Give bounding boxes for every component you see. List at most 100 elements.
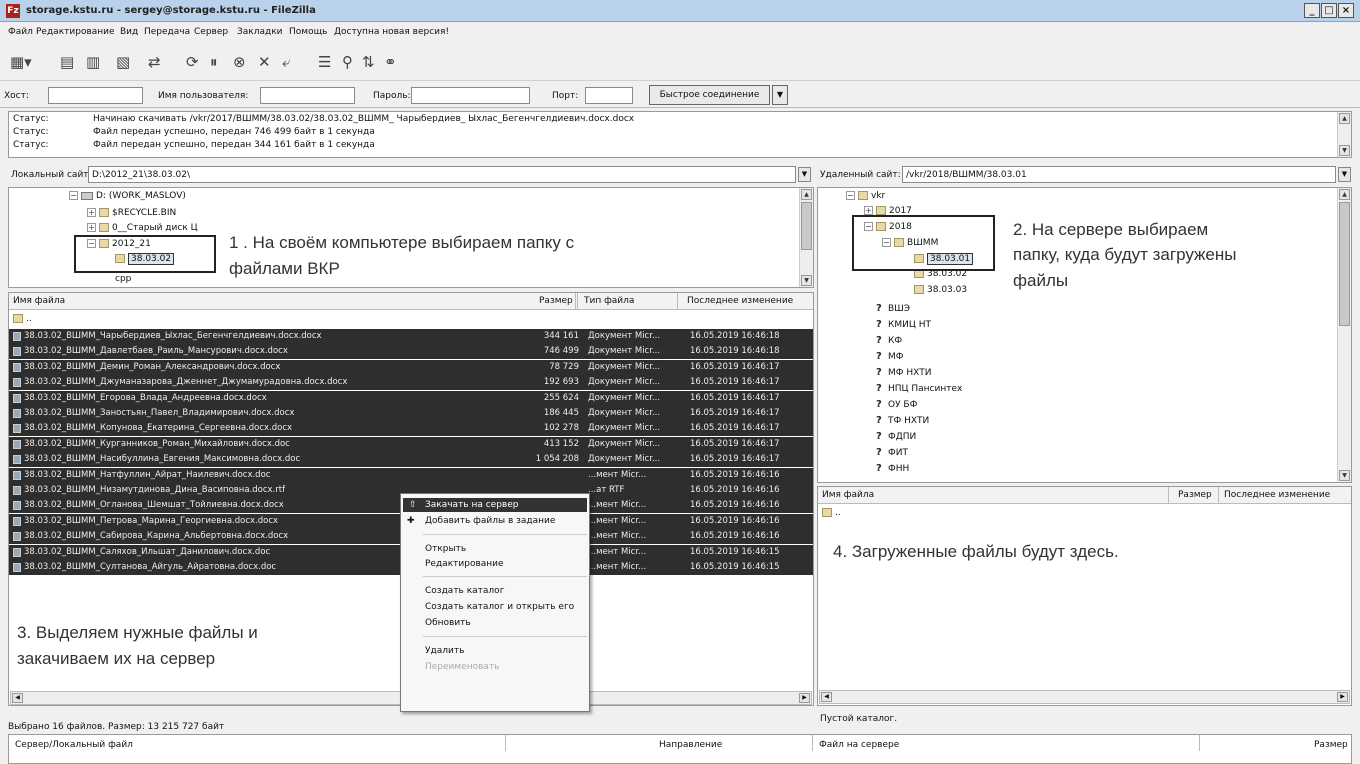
scroll-left-icon[interactable]: ◀ <box>821 692 832 702</box>
scroll-up-icon[interactable]: ▲ <box>801 189 812 200</box>
toggle-local-tree-icon[interactable]: ▥ <box>86 54 100 70</box>
scroll-thumb[interactable] <box>1339 202 1350 326</box>
scroll-up-icon[interactable]: ▲ <box>1339 189 1350 200</box>
disconnect-icon[interactable]: ✕ <box>258 54 271 70</box>
column-modified-header[interactable]: Последнее изменение <box>687 296 793 306</box>
column-name-header[interactable]: Имя файла <box>13 296 65 306</box>
queue-column-size[interactable]: Размер <box>1314 740 1348 750</box>
cancel-icon[interactable]: ⊗ <box>233 54 246 70</box>
process-queue-icon[interactable]: ⏸ <box>210 54 218 70</box>
password-input[interactable] <box>411 87 530 104</box>
menu-item-add-to-queue[interactable]: ✚ Добавить файлы в задание <box>407 516 555 526</box>
tree-item[interactable]: ? КМИЦ НТ <box>876 319 931 330</box>
site-manager-icon[interactable]: ▦▾ <box>10 54 32 70</box>
minimize-button[interactable]: _ <box>1304 3 1320 18</box>
expand-icon[interactable]: + <box>87 208 96 217</box>
queue-column-remote-file[interactable]: Файл на сервере <box>819 740 899 750</box>
menu-item-delete[interactable]: Удалить <box>425 646 464 656</box>
tree-old-disk[interactable]: +0__Старый диск Ц <box>87 223 198 233</box>
quickconnect-history-dropdown[interactable]: ▼ <box>772 85 788 105</box>
queue-column-server-local[interactable]: Сервер/Локальный файл <box>15 740 133 750</box>
toggle-remote-tree-icon[interactable]: ▧ <box>116 54 130 70</box>
file-row[interactable]: 38.03.02_ВШММ_Чарыбердиев_Ыхлас_Бегенчге… <box>9 329 813 344</box>
tree-item[interactable]: ? ВШЭ <box>876 303 910 314</box>
tree-item[interactable]: ? ФДПИ <box>876 431 916 442</box>
menu-item-upload[interactable]: ⇧ Закачать на сервер <box>403 498 587 512</box>
toggle-log-icon[interactable]: ▤ <box>60 54 74 70</box>
menu-item-refresh[interactable]: Обновить <box>425 618 471 628</box>
toggle-queue-icon[interactable]: ⇄ <box>148 54 161 70</box>
parent-directory-row[interactable]: .. <box>13 314 32 324</box>
scroll-down-icon[interactable]: ▼ <box>801 275 812 286</box>
scroll-down-icon[interactable]: ▼ <box>1339 470 1350 481</box>
compare-icon[interactable]: ⚲ <box>342 54 353 70</box>
tree-item[interactable]: ? ФИТ <box>876 447 908 458</box>
menu-bookmarks[interactable]: Закладки <box>237 27 283 37</box>
close-button[interactable]: × <box>1338 3 1354 18</box>
menu-item-edit[interactable]: Редактирование <box>425 559 504 569</box>
menu-view[interactable]: Вид <box>120 27 138 37</box>
local-path-input[interactable]: D:\2012_21\38.03.02\ <box>88 166 796 183</box>
tree-item[interactable]: ? ТФ НХТИ <box>876 415 929 426</box>
column-type-header[interactable]: Тип файла <box>584 296 634 306</box>
file-row[interactable]: 38.03.02_ВШММ_Давлетбаев_Раиль_Мансурови… <box>9 344 813 360</box>
tree-item[interactable]: ? ФНН <box>876 463 909 474</box>
username-input[interactable] <box>260 87 355 104</box>
search-icon[interactable]: ⚭ <box>384 54 397 70</box>
file-row[interactable]: 38.03.02_ВШММ_Заностьян_Павел_Владимиров… <box>9 406 813 421</box>
file-row[interactable]: 38.03.02_ВШММ_Егорова_Влада_Андреевна.do… <box>9 390 813 406</box>
remote-path-dropdown[interactable]: ▼ <box>1338 167 1351 182</box>
tree-item[interactable]: ? МФ <box>876 351 904 362</box>
remote-files-hscrollbar[interactable]: ◀ ▶ <box>819 690 1350 704</box>
log-scrollbar[interactable]: ▲ ▼ <box>1337 112 1351 157</box>
parent-directory-row[interactable]: .. <box>822 508 841 518</box>
local-path-dropdown[interactable]: ▼ <box>798 167 811 182</box>
file-row[interactable]: 38.03.02_ВШММ_Курганников_Роман_Михайлов… <box>9 436 813 452</box>
scroll-up-icon[interactable]: ▲ <box>1339 113 1350 124</box>
menu-item-rename[interactable]: Переименовать <box>425 662 500 672</box>
filter-icon[interactable]: ☰ <box>318 54 331 70</box>
expand-icon[interactable]: + <box>864 206 873 215</box>
queue-column-direction[interactable]: Направление <box>659 740 722 750</box>
expand-icon[interactable]: + <box>87 223 96 232</box>
host-input[interactable] <box>48 87 143 104</box>
tree-recycle-bin[interactable]: + $RECYCLE.BIN <box>87 208 176 218</box>
column-size-header[interactable]: Размер <box>1178 490 1212 500</box>
remote-path-input[interactable]: /vkr/2018/ВШММ/38.03.01 <box>902 166 1336 183</box>
refresh-icon[interactable]: ⟳ <box>186 54 199 70</box>
scroll-thumb[interactable] <box>801 202 812 250</box>
file-row[interactable]: 38.03.02_ВШММ_Натфуллин_Айрат_Наилевич.d… <box>9 467 813 483</box>
tree-38-03-03[interactable]: 38.03.03 <box>914 285 967 295</box>
scroll-right-icon[interactable]: ▶ <box>1337 692 1348 702</box>
scroll-down-icon[interactable]: ▼ <box>1339 145 1350 156</box>
menu-help[interactable]: Помощь <box>289 27 327 37</box>
scroll-left-icon[interactable]: ◀ <box>12 693 23 703</box>
tree-item-cutoff[interactable]: cpp <box>115 274 131 284</box>
tree-item[interactable]: ? МФ НХТИ <box>876 367 932 378</box>
scroll-right-icon[interactable]: ▶ <box>799 693 810 703</box>
tree-item[interactable]: ? КФ <box>876 335 902 346</box>
column-modified-header[interactable]: Последнее изменение <box>1224 490 1330 500</box>
local-tree-scrollbar[interactable]: ▲ ▼ <box>799 188 813 287</box>
menu-file[interactable]: Файл <box>8 27 33 37</box>
reconnect-icon[interactable]: ⤶ <box>282 54 290 70</box>
file-row[interactable]: 38.03.02_ВШММ_Джуманазарова_Дженнет_Джум… <box>9 375 813 391</box>
menu-transfer[interactable]: Передача <box>144 27 190 37</box>
sync-browse-icon[interactable]: ⇅ <box>362 54 375 70</box>
collapse-icon[interactable]: − <box>846 191 855 200</box>
tree-item[interactable]: ? НПЦ Пансинтех <box>876 383 962 394</box>
tree-item[interactable]: ? ОУ БФ <box>876 399 917 410</box>
column-size-header[interactable]: Размер <box>539 296 573 306</box>
quickconnect-button[interactable]: Быстрое соединение <box>649 85 770 105</box>
port-input[interactable] <box>585 87 633 104</box>
tree-drive-d[interactable]: − D: (WORK_MASLOV) <box>69 191 186 201</box>
file-row[interactable]: 38.03.02_ВШММ_Демин_Роман_Александрович.… <box>9 359 813 375</box>
file-row[interactable]: 38.03.02_ВШММ_Насибуллина_Евгения_Максим… <box>9 452 813 468</box>
remote-tree-scrollbar[interactable]: ▲ ▼ <box>1337 188 1351 482</box>
column-name-header[interactable]: Имя файла <box>822 490 874 500</box>
tree-vkr[interactable]: − vkr <box>846 191 885 201</box>
menu-item-create-directory-open[interactable]: Создать каталог и открыть его <box>425 602 574 612</box>
menu-new-version[interactable]: Доступна новая версия! <box>334 27 449 37</box>
collapse-icon[interactable]: − <box>69 191 78 200</box>
menu-edit[interactable]: Редактирование <box>36 27 115 37</box>
